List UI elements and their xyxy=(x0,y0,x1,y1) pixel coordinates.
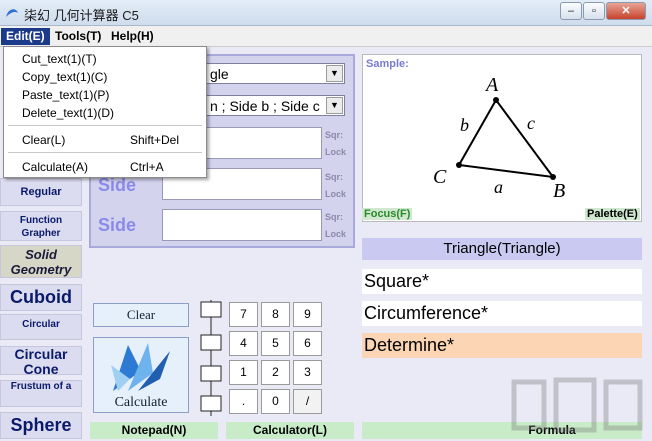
close-button[interactable]: ✕ xyxy=(606,2,646,20)
key-3[interactable]: 3 xyxy=(293,360,322,385)
chevron-down-icon[interactable]: ▼ xyxy=(326,97,343,114)
window-title: 柒幻 几何计算器 C5 xyxy=(24,8,139,23)
result-determine: Determine* xyxy=(362,333,642,358)
menu-item-clear[interactable]: Clear(L) xyxy=(22,133,65,147)
menu-item-calculate[interactable]: Calculate(A) xyxy=(22,160,88,174)
nav-frustum-label: Frustum of a xyxy=(10,381,72,392)
key-dot[interactable]: . xyxy=(229,389,258,414)
key-5[interactable]: 5 xyxy=(261,331,290,356)
menu-item-copy[interactable]: Copy_text(1)(C) xyxy=(22,70,107,84)
menu-item-cut[interactable]: Cut_text(1)(T) xyxy=(22,52,97,66)
side-b-label: b xyxy=(460,115,469,135)
focus-button[interactable]: Focus(F) xyxy=(362,208,413,220)
key-2[interactable]: 2 xyxy=(261,360,290,385)
nav-cuboid-label: Cuboid xyxy=(10,287,72,307)
menu-bar: Edit(E) Tools(T) Help(H) xyxy=(0,26,652,47)
nav-regular-label: Regular xyxy=(20,186,62,198)
menu-tools[interactable]: Tools(T) xyxy=(50,28,106,45)
edit-menu-dropdown: Cut_text(1)(T) Copy_text(1)(C) Paste_tex… xyxy=(3,46,207,178)
key-1[interactable]: 1 xyxy=(229,360,258,385)
sqr-label-3: Sqr: xyxy=(325,212,343,222)
title-bar: 柒幻 几何计算器 C5 – ▫ ✕ xyxy=(0,0,652,26)
vertex-a-label: A xyxy=(484,74,499,96)
menu-item-clear-shortcut: Shift+Del xyxy=(130,133,180,147)
key-7[interactable]: 7 xyxy=(229,302,258,327)
menu-separator xyxy=(8,152,202,153)
triangle-diagram: A C B b c a xyxy=(433,74,565,202)
result-square: Square* xyxy=(362,269,642,294)
side-label-2: Side xyxy=(98,175,137,195)
key-4[interactable]: 4 xyxy=(229,331,258,356)
menu-help[interactable]: Help(H) xyxy=(106,28,159,45)
lock-label-3[interactable]: Lock xyxy=(325,229,346,239)
key-0[interactable]: 0 xyxy=(261,389,290,414)
side-input-3[interactable] xyxy=(162,209,322,241)
nav-circular[interactable]: Circular xyxy=(0,314,82,340)
menu-separator xyxy=(8,125,202,126)
calculate-icon xyxy=(111,343,170,391)
nav-sphere-label: Sphere xyxy=(10,415,72,435)
shape-title: Triangle(Triangle) xyxy=(362,238,642,260)
nav-circular-cone-label: Circular Cone xyxy=(14,346,68,375)
calculator-button[interactable]: Calculator(L) xyxy=(226,422,354,439)
key-divide[interactable]: / xyxy=(293,389,322,414)
nav-frustum[interactable]: Frustum of a xyxy=(0,380,82,407)
nav-circular-cone[interactable]: Circular Cone xyxy=(0,346,82,375)
maximize-button[interactable]: ▫ xyxy=(583,2,605,20)
calculate-label: Calculate xyxy=(114,395,168,410)
menu-item-calculate-shortcut: Ctrl+A xyxy=(130,160,164,174)
calculate-button[interactable]: Calculate xyxy=(93,337,189,413)
key-9[interactable]: 9 xyxy=(293,302,322,327)
nav-regular[interactable]: Regular xyxy=(0,178,82,206)
app-icon xyxy=(6,9,18,17)
keypad: 7 8 9 4 5 6 1 2 3 . 0 / xyxy=(229,302,325,414)
sample-panel: Sample: A C B b c a xyxy=(362,54,642,222)
param-select-value: n ; Side b ; Side c xyxy=(210,98,320,114)
palette-button[interactable]: Palette(E) xyxy=(585,208,640,220)
vertex-b-label: B xyxy=(553,180,565,202)
key-8[interactable]: 8 xyxy=(261,302,290,327)
notepad-button[interactable]: Notepad(N) xyxy=(90,422,218,439)
vertex-a-dot xyxy=(493,97,499,103)
lock-label-2[interactable]: Lock xyxy=(325,189,346,199)
side-c-label: c xyxy=(527,113,535,133)
sqr-label-2: Sqr: xyxy=(325,172,343,182)
keypad-connector-icon xyxy=(200,300,222,416)
menu-item-paste[interactable]: Paste_text(1)(P) xyxy=(22,88,109,102)
nav-solid-geometry[interactable]: Solid Geometry xyxy=(0,245,82,278)
vertex-c-dot xyxy=(456,162,462,168)
minimize-button[interactable]: – xyxy=(560,2,582,20)
nav-solid-geometry-label: Solid Geometry xyxy=(10,247,72,277)
sqr-label-1: Sqr: xyxy=(325,130,343,140)
lock-label-1[interactable]: Lock xyxy=(325,147,346,157)
shape-select-value: gle xyxy=(210,66,229,82)
key-6[interactable]: 6 xyxy=(293,331,322,356)
menu-edit[interactable]: Edit(E) xyxy=(1,28,50,45)
result-circumference: Circumference* xyxy=(362,301,642,326)
clear-button[interactable]: Clear xyxy=(93,303,189,327)
vertex-c-label: C xyxy=(433,166,447,188)
triangle-shape xyxy=(457,98,556,179)
chevron-down-icon[interactable]: ▼ xyxy=(326,65,343,82)
nav-cuboid[interactable]: Cuboid xyxy=(0,284,82,311)
nav-circular-label: Circular xyxy=(22,319,60,330)
shape-select[interactable]: gle ▼ xyxy=(205,63,345,84)
side-a-label: a xyxy=(494,177,503,197)
menu-item-delete[interactable]: Delete_text(1)(D) xyxy=(22,106,114,120)
side-label-3: Side xyxy=(98,215,137,235)
nav-function-grapher[interactable]: Function Grapher xyxy=(0,211,82,241)
nav-function-grapher-label: Function Grapher xyxy=(19,215,63,239)
param-select[interactable]: n ; Side b ; Side c ▼ xyxy=(205,95,345,116)
watermark-logo xyxy=(511,377,643,433)
nav-sphere[interactable]: Sphere xyxy=(0,412,82,439)
